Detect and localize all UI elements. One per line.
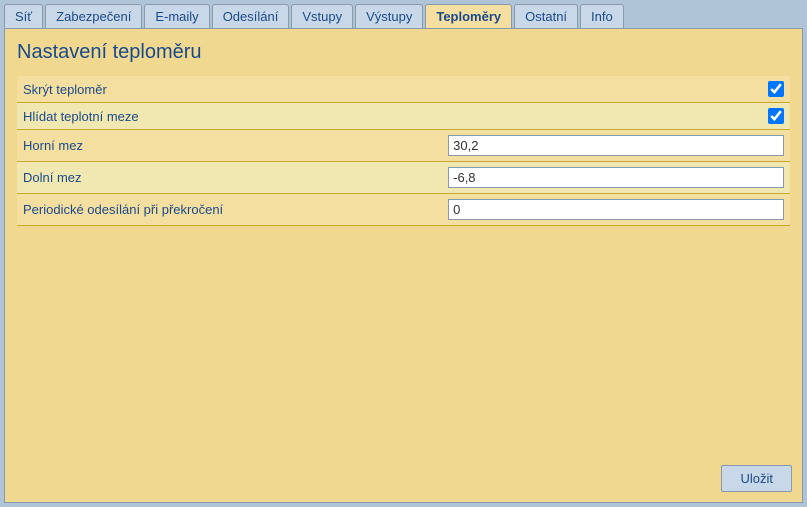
cell-skryt-teplomer: [442, 76, 790, 103]
tab-emaily[interactable]: E-maily: [144, 4, 209, 28]
cell-horni-mez: [442, 130, 790, 162]
row-horni-mez: Horní mez: [17, 130, 790, 162]
checkbox-hlidat-meze[interactable]: [768, 108, 784, 124]
label-periodicke: Periodické odesílání při překročení: [17, 194, 442, 226]
app-window: Síť Zabezpečení E-maily Odesílání Vstupy…: [0, 0, 807, 507]
cell-dolni-mez: [442, 162, 790, 194]
tab-zabezpeceni[interactable]: Zabezpečení: [45, 4, 142, 28]
input-horni-mez[interactable]: [448, 135, 784, 156]
cell-hlidat-meze: [442, 103, 790, 130]
save-button[interactable]: Uložit: [721, 465, 792, 492]
save-button-container: Uložit: [721, 465, 792, 492]
tab-odesilani[interactable]: Odesílání: [212, 4, 290, 28]
label-hlidat-meze: Hlídat teplotní meze: [17, 103, 442, 130]
input-periodicke[interactable]: [448, 199, 784, 220]
tab-ostatni[interactable]: Ostatní: [514, 4, 578, 28]
row-dolni-mez: Dolní mez: [17, 162, 790, 194]
row-periodicke: Periodické odesílání při překročení: [17, 194, 790, 226]
page-title: Nastavení teploměru: [17, 41, 790, 64]
label-dolni-mez: Dolní mez: [17, 162, 442, 194]
tab-vystupy[interactable]: Výstupy: [355, 4, 423, 28]
cell-periodicke: [442, 194, 790, 226]
settings-table: Skrýt teploměr Hlídat teplotní meze: [17, 76, 790, 226]
row-hlidat-meze: Hlídat teplotní meze: [17, 103, 790, 130]
row-skryt-teplomer: Skrýt teploměr: [17, 76, 790, 103]
tab-vstupy[interactable]: Vstupy: [291, 4, 353, 28]
tab-bar: Síť Zabezpečení E-maily Odesílání Vstupy…: [0, 0, 807, 28]
tab-info[interactable]: Info: [580, 4, 624, 28]
checkbox-skryt-teplomer[interactable]: [768, 81, 784, 97]
label-skryt-teplomer: Skrýt teploměr: [17, 76, 442, 103]
input-dolni-mez[interactable]: [448, 167, 784, 188]
tab-sit[interactable]: Síť: [4, 4, 43, 28]
tab-teplomery[interactable]: Teploměry: [425, 4, 512, 28]
label-horni-mez: Horní mez: [17, 130, 442, 162]
content-area: Nastavení teploměru Skrýt teploměr Hlída…: [4, 28, 803, 503]
